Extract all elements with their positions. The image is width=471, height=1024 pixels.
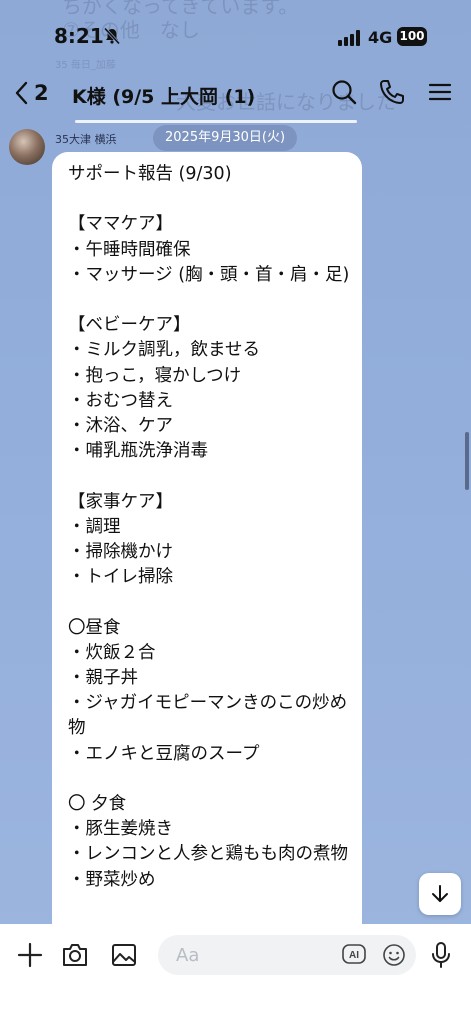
bell-muted-icon <box>103 27 121 45</box>
chevron-left-icon <box>15 81 28 105</box>
camera-icon[interactable] <box>60 940 90 970</box>
scroll-down-button[interactable] <box>419 873 461 915</box>
sender-name: 35大津 横浜 <box>55 133 117 146</box>
menu-icon[interactable] <box>426 78 454 106</box>
ai-label: AI <box>349 950 359 961</box>
phone-icon[interactable] <box>378 78 406 106</box>
search-icon[interactable] <box>330 78 358 106</box>
chat-title[interactable]: K様 (9/5 上大岡 (1) <box>72 82 255 109</box>
message-text: サポート報告 (9/30) 【ママケア】 ・午睡時間確保 ・マッサージ (胸・頭… <box>68 164 350 890</box>
message-bubble[interactable]: サポート報告 (9/30) 【ママケア】 ・午睡時間確保 ・マッサージ (胸・頭… <box>52 152 362 952</box>
ai-icon[interactable]: AI <box>342 944 366 964</box>
network-label: 4G <box>368 28 393 47</box>
avatar[interactable] <box>9 129 45 165</box>
signal-icon <box>338 30 360 46</box>
back-button[interactable]: 2 <box>14 76 49 110</box>
unread-count: 2 <box>34 81 49 105</box>
arrow-down-icon <box>432 885 448 902</box>
image-icon[interactable] <box>109 940 139 970</box>
chat-header: 2 K様 (9/5 上大岡 (1) <box>0 74 471 114</box>
status-time: 8:21 <box>54 24 104 48</box>
microphone-icon[interactable] <box>426 940 456 970</box>
status-bar: 8:21 4G 100 <box>0 0 471 74</box>
battery-icon: 100 <box>397 27 427 46</box>
plus-icon[interactable] <box>15 940 45 970</box>
date-badge: 2025年9月30日(火) <box>153 125 298 151</box>
header-divider <box>75 120 357 123</box>
input-placeholder: Aa <box>176 945 200 966</box>
scrollbar[interactable] <box>465 432 469 490</box>
message-input[interactable]: Aa AI <box>158 935 416 975</box>
input-bar: Aa AI <box>0 924 471 1024</box>
emoji-icon[interactable] <box>382 943 406 967</box>
